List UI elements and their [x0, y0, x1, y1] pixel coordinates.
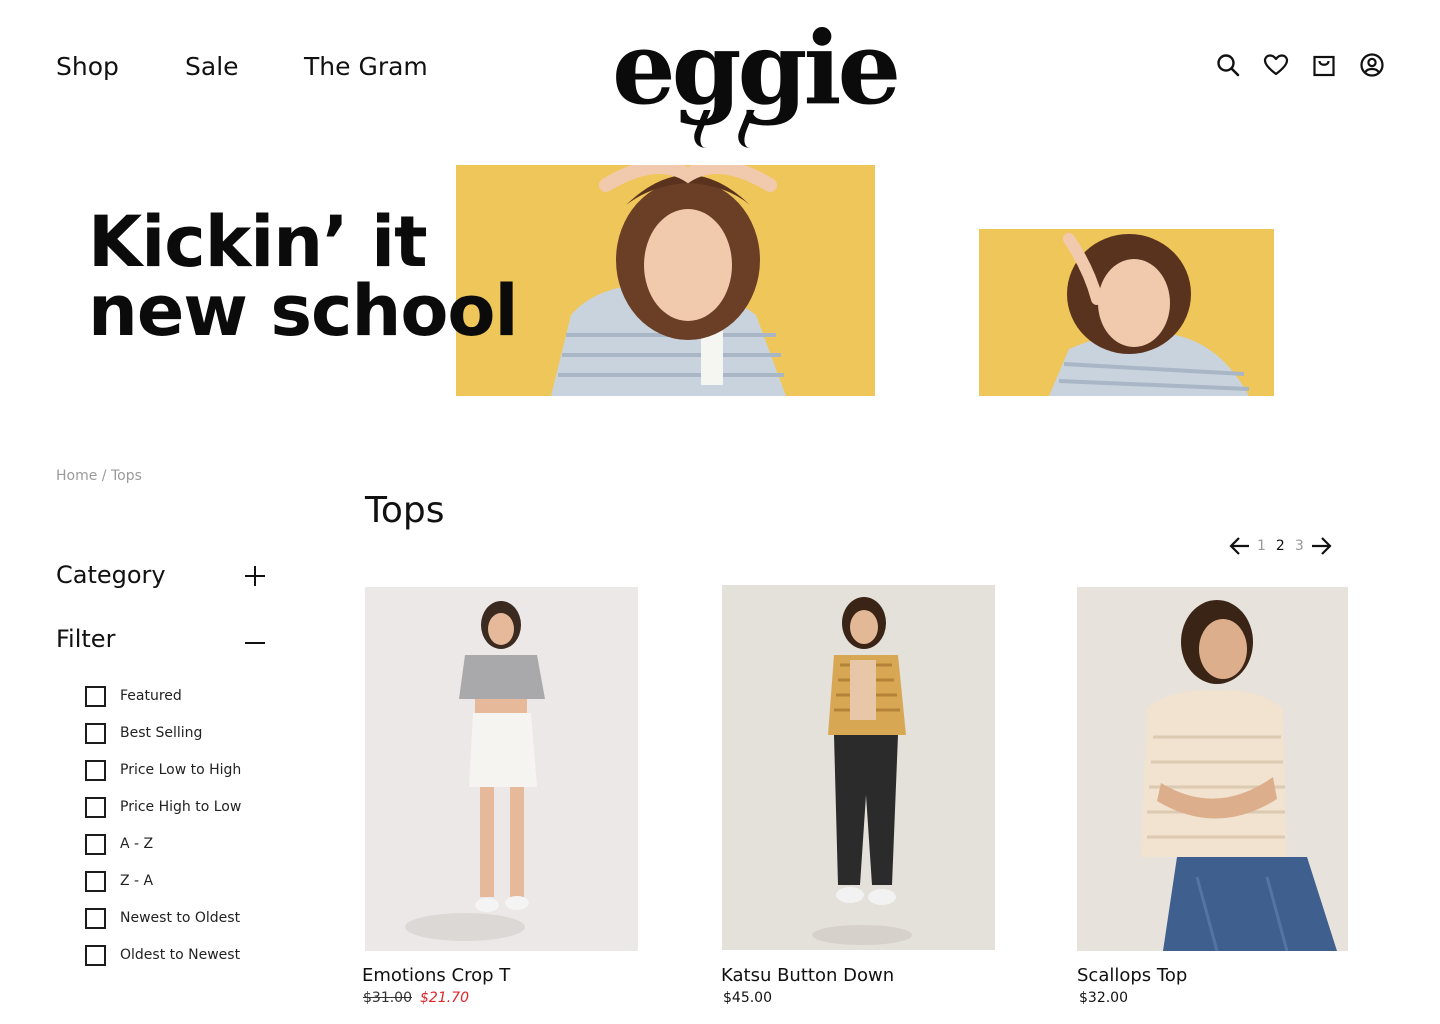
product-price: $45.00	[723, 990, 772, 1006]
minus-icon[interactable]	[244, 632, 266, 654]
filter-option-label: Featured	[120, 688, 182, 704]
breadcrumb-home[interactable]: Home	[56, 468, 97, 484]
nav-the-gram[interactable]: The Gram	[304, 52, 428, 81]
checkbox[interactable]	[85, 944, 106, 966]
sale-price: $21.70	[420, 990, 469, 1006]
filter-option-label: Z - A	[120, 873, 154, 889]
page-title: Tops	[365, 490, 445, 531]
bag-icon[interactable]	[1311, 52, 1337, 78]
search-icon[interactable]	[1215, 52, 1241, 78]
filter-option-label: Price High to Low	[120, 799, 242, 815]
page-2[interactable]: 2	[1276, 538, 1285, 554]
product-image[interactable]	[1077, 587, 1348, 951]
filter-option[interactable]: Featured	[85, 685, 182, 707]
product-image[interactable]	[722, 585, 995, 950]
nav-sale[interactable]: Sale	[185, 52, 239, 81]
filter-option-label: Oldest to Newest	[120, 947, 241, 963]
checkbox[interactable]	[85, 796, 106, 818]
page-1[interactable]: 1	[1257, 538, 1266, 554]
checkbox[interactable]	[85, 833, 106, 855]
plus-icon[interactable]	[244, 565, 266, 587]
filter-option[interactable]: Z - A	[85, 870, 153, 892]
breadcrumb-current: Tops	[110, 468, 142, 484]
filter-option[interactable]: Best Selling	[85, 722, 202, 744]
filter-option[interactable]: Oldest to Newest	[85, 944, 240, 966]
brand-logo[interactable]: eggie	[612, 18, 901, 148]
filter-option[interactable]: Newest to Oldest	[85, 907, 240, 929]
product-price: $32.00	[1079, 990, 1128, 1006]
checkbox[interactable]	[85, 759, 106, 781]
filter-option-label: Price Low to High	[120, 762, 242, 778]
filter-option-label: Best Selling	[120, 725, 203, 741]
account-icon[interactable]	[1359, 52, 1385, 78]
filter-option[interactable]: Price Low to High	[85, 759, 241, 781]
heart-icon[interactable]	[1263, 52, 1289, 78]
checkbox[interactable]	[85, 870, 106, 892]
checkbox[interactable]	[85, 685, 106, 707]
pagination: 1 2 3	[1228, 534, 1333, 558]
breadcrumb: Home / Tops	[56, 468, 142, 484]
hero-headline-line-1: Kickin’ it	[88, 201, 428, 283]
hero-image-secondary	[979, 229, 1274, 396]
product-image[interactable]	[365, 587, 638, 951]
hero-headline: Kickin’ it new school	[88, 201, 519, 352]
product-price: $31.00 $21.70	[363, 990, 469, 1006]
regular-price: $32.00	[1079, 990, 1128, 1006]
breadcrumb-separator: /	[97, 468, 111, 484]
nav-shop[interactable]: Shop	[56, 52, 119, 81]
filter-option-label: Newest to Oldest	[120, 910, 241, 926]
arrow-left-icon[interactable]	[1228, 534, 1252, 558]
filter-option[interactable]: Price High to Low	[85, 796, 241, 818]
regular-price: $45.00	[723, 990, 772, 1006]
checkbox[interactable]	[85, 722, 106, 744]
hero-headline-line-2: new school	[88, 270, 519, 352]
product-name[interactable]: Emotions Crop T	[362, 965, 510, 986]
hero-image-main	[456, 165, 875, 396]
arrow-right-icon[interactable]	[1309, 534, 1333, 558]
product-name[interactable]: Scallops Top	[1077, 965, 1187, 986]
product-name[interactable]: Katsu Button Down	[721, 965, 894, 986]
checkbox[interactable]	[85, 907, 106, 929]
filter-option[interactable]: A - Z	[85, 833, 153, 855]
page-3[interactable]: 3	[1295, 538, 1304, 554]
filter-option-label: A - Z	[120, 836, 154, 852]
filter-heading[interactable]: Filter	[56, 625, 115, 653]
original-price: $31.00	[363, 990, 412, 1006]
category-heading[interactable]: Category	[56, 561, 166, 589]
